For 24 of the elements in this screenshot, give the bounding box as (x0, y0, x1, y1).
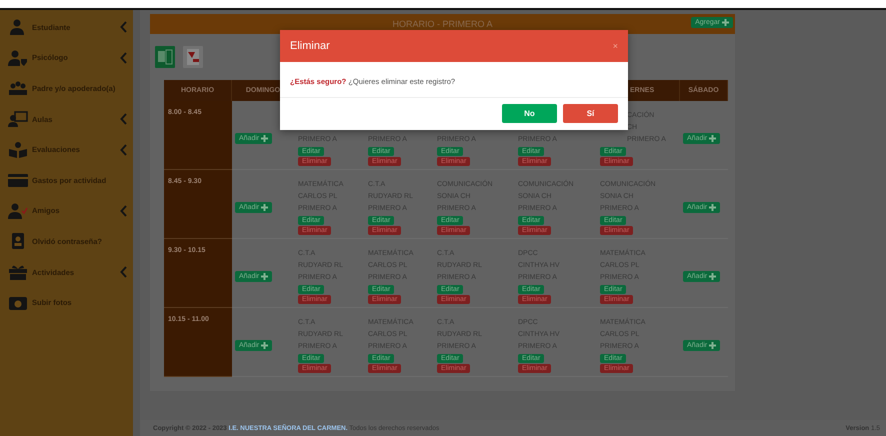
schedule-title: HORARIO - PRIMERO A (392, 19, 492, 29)
plus-icon (261, 135, 268, 142)
dialog-title: Eliminar (290, 40, 330, 52)
gift-icon (8, 264, 28, 280)
book-reader-icon (8, 142, 28, 158)
confirm-button[interactable]: Sí (563, 104, 618, 123)
credit-card-icon (8, 172, 28, 188)
plus-icon (261, 204, 268, 211)
spreadsheet-export-icon[interactable] (155, 46, 175, 68)
plus-icon (709, 204, 716, 211)
user-check-icon (8, 202, 28, 219)
camera-icon (8, 294, 28, 311)
plus-icon (261, 273, 268, 280)
plus-icon (709, 342, 716, 349)
plus-icon (722, 19, 729, 26)
family-icon (8, 80, 28, 96)
close-button[interactable]: × (612, 41, 618, 51)
plus-icon (709, 135, 716, 142)
cancel-button[interactable]: No (502, 104, 557, 123)
teacher-board-icon (8, 111, 28, 128)
user-shield-icon (8, 50, 28, 66)
pdf-export-icon[interactable] (183, 46, 203, 68)
plus-icon (709, 273, 716, 280)
plus-icon (261, 342, 268, 349)
